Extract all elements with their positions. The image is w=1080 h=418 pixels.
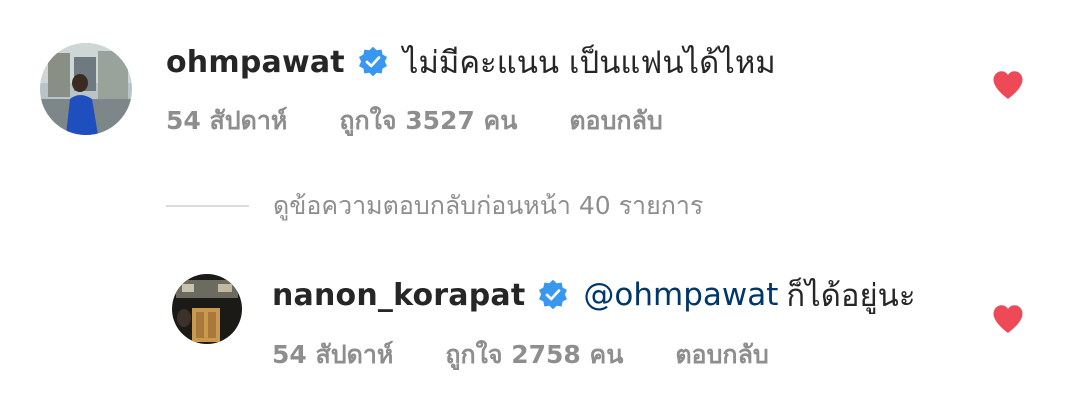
heart-icon[interactable] bbox=[992, 70, 1024, 100]
comment-text: ไม่มีคะแนน เป็นแฟนได้ไหม bbox=[402, 45, 776, 81]
username[interactable]: nanon_korapat bbox=[272, 278, 525, 313]
view-replies-label: ดูข้อความตอบกลับก่อนหน้า 40 รายการ bbox=[273, 191, 704, 220]
comment-text: ก็ได้อยู่นะ bbox=[786, 278, 916, 314]
avatar[interactable] bbox=[40, 43, 132, 135]
comment-age[interactable]: 54 สัปดาห์ bbox=[166, 101, 287, 141]
reply-header: nanon_korapat @ohmpawat ก็ได้อยู่นะ bbox=[272, 273, 916, 317]
comment-meta: 54 สัปดาห์ ถูกใจ 2758 คน ตอบกลับ bbox=[272, 335, 821, 375]
comment-age[interactable]: 54 สัปดาห์ bbox=[272, 335, 393, 375]
view-previous-replies-button[interactable]: ดูข้อความตอบกลับก่อนหน้า 40 รายการ bbox=[166, 186, 703, 226]
like-count[interactable]: ถูกใจ 2758 คน bbox=[445, 335, 623, 375]
avatar[interactable] bbox=[172, 274, 242, 344]
divider bbox=[166, 205, 249, 207]
heart-icon[interactable] bbox=[992, 304, 1024, 334]
username[interactable]: ohmpawat bbox=[166, 45, 345, 80]
verified-badge-icon bbox=[537, 279, 569, 311]
comment-header: ohmpawat ไม่มีคะแนน เป็นแฟนได้ไหม bbox=[166, 40, 776, 84]
comment-meta: 54 สัปดาห์ ถูกใจ 3527 คน ตอบกลับ bbox=[166, 101, 715, 141]
mention-link[interactable]: @ohmpawat bbox=[583, 277, 778, 313]
reply-button[interactable]: ตอบกลับ bbox=[675, 335, 768, 375]
reply-button[interactable]: ตอบกลับ bbox=[569, 101, 662, 141]
like-count[interactable]: ถูกใจ 3527 คน bbox=[339, 101, 517, 141]
verified-badge-icon bbox=[357, 46, 389, 78]
